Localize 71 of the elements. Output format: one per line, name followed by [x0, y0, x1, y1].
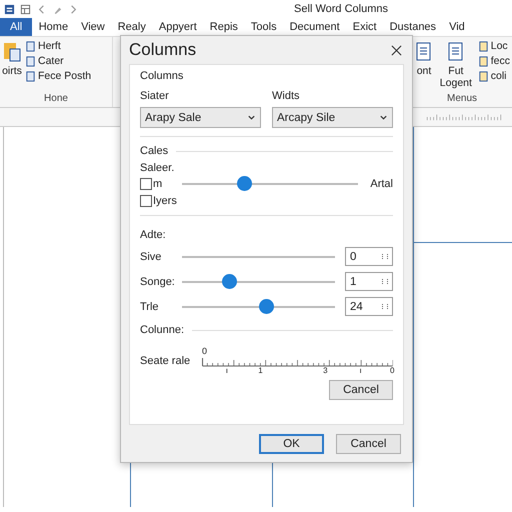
group-label: Menus [446, 93, 478, 106]
window-title: Sell Word Columns [294, 3, 388, 15]
scale-label: 3 [323, 366, 328, 375]
slider-label: Songe: [140, 276, 176, 288]
cancel-button[interactable]: Cancel [329, 380, 393, 400]
dialog-button[interactable]: Cancel [336, 434, 401, 454]
ribbon-tab[interactable]: Tools [244, 18, 284, 36]
scale-label: 0 [202, 346, 208, 356]
ribbon-item[interactable]: Fece Posth [38, 70, 92, 82]
spin-field[interactable]: 0 [345, 247, 393, 266]
group-title: Columns [140, 70, 184, 82]
ribbon-tab[interactable]: View [74, 18, 112, 36]
ribbon-item[interactable]: Cater [38, 55, 64, 67]
checkbox-label: Iyers [153, 195, 177, 207]
field-label: Siater [140, 90, 170, 102]
document-icon [478, 70, 489, 82]
document-icon [478, 40, 489, 52]
ribbon-tab[interactable]: Appyert [152, 18, 204, 36]
slider-label: Artal [370, 178, 393, 190]
close-icon[interactable] [391, 44, 402, 56]
slider-thumb[interactable] [259, 298, 274, 314]
dialog-button[interactable]: OK [259, 434, 324, 454]
ribbon-tab[interactable]: Realy [111, 18, 152, 36]
dropdown[interactable]: Arapy Sale [140, 107, 261, 128]
dialog-title: Columns [129, 40, 196, 60]
ribbon-tab[interactable]: Decument [283, 18, 346, 36]
section-title: Colunne: [140, 324, 184, 336]
ribbon-tab[interactable]: Home [32, 18, 75, 36]
checkbox[interactable] [140, 178, 152, 190]
spin-field[interactable]: 24 [345, 297, 393, 316]
ribbon-tab[interactable]: All [0, 18, 32, 36]
scale-label: 0 [390, 366, 394, 375]
ribbon-item[interactable]: Loc [490, 40, 508, 52]
app-icon[interactable] [4, 4, 15, 14]
layout-icon[interactable] [20, 4, 31, 14]
field-label: Saleer. [140, 162, 176, 174]
document-icon [25, 40, 36, 52]
document-icon [25, 70, 36, 82]
ribbon-item[interactable]: coli [490, 70, 506, 82]
ribbon-button-label[interactable]: ont [416, 66, 432, 78]
slider-label: Trle [140, 300, 160, 312]
checkbox-label: m [153, 178, 162, 190]
slider-thumb[interactable] [222, 274, 238, 288]
undo-icon[interactable] [36, 4, 47, 14]
slider-thumb[interactable] [236, 176, 252, 191]
ribbon-tab[interactable]: Dustanes [383, 18, 443, 36]
field-label: Adte: [140, 229, 167, 241]
ribbon-item[interactable]: Herft [38, 40, 61, 52]
document-icon [478, 56, 489, 66]
ribbon-item[interactable]: fecc [490, 55, 510, 67]
section-title: Cales [140, 145, 168, 157]
ribbon-tab[interactable]: Repis [203, 18, 244, 36]
group-label: Hone [43, 93, 69, 106]
caret-icon [379, 113, 388, 122]
caret-icon [247, 113, 256, 122]
ribbon-button-label[interactable]: oirts [2, 66, 22, 78]
scale-label: ı [226, 366, 228, 375]
ribbon-button-label[interactable]: Fut Logent [437, 66, 475, 90]
slider-label: Sive [140, 250, 162, 262]
scale-label: ı [359, 366, 362, 375]
field-label: Seate rale [140, 355, 192, 367]
scale-label: 1 [258, 366, 263, 375]
clipboard-icon[interactable] [2, 40, 22, 64]
redo-icon[interactable] [68, 4, 79, 14]
spin-field[interactable]: 1 [345, 272, 393, 291]
ribbon-tab[interactable]: Exict [346, 18, 384, 36]
ribbon-tab[interactable]: Vid [442, 18, 472, 36]
field-label: Widts [272, 90, 300, 102]
checkbox[interactable] [140, 195, 152, 207]
document-icon [25, 56, 36, 66]
dropdown[interactable]: Arcapy Sile [272, 107, 393, 128]
